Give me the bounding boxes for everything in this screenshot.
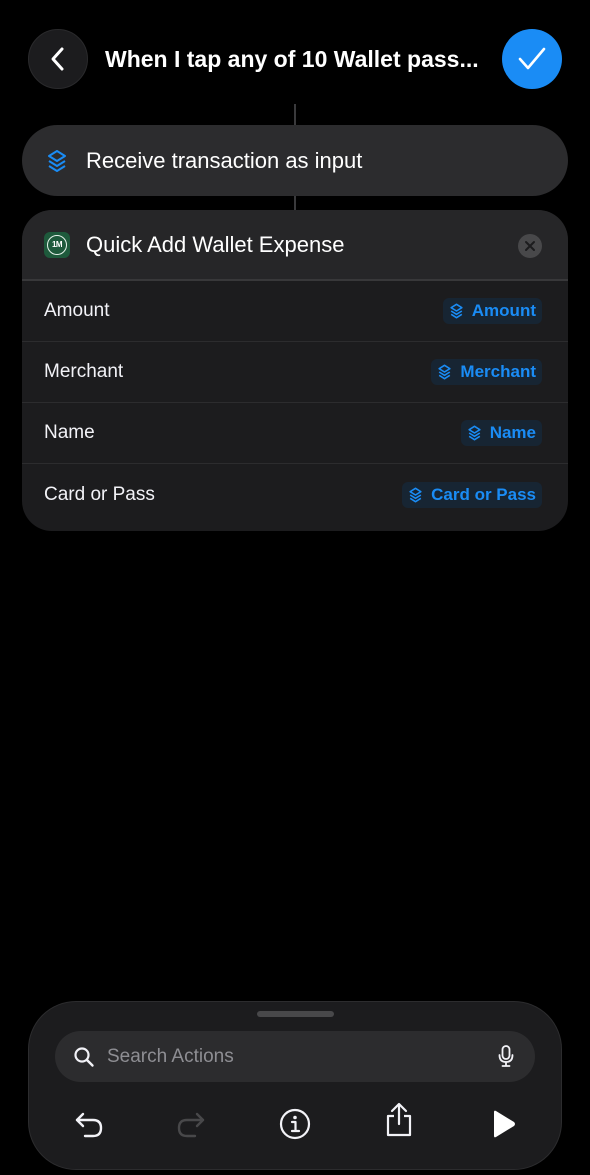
trigger-label: Receive transaction as input — [86, 147, 363, 173]
shortcut-title[interactable]: When I tap any of 10 Wallet pass... — [105, 40, 490, 78]
param-row-merchant[interactable]: Merchant Merchant — [22, 342, 568, 403]
param-label: Merchant — [44, 361, 124, 382]
done-button[interactable] — [502, 29, 562, 89]
search-input[interactable] — [107, 1045, 467, 1068]
action-card: 1M Quick Add Wallet Expense Amount Amoun… — [22, 210, 568, 531]
share-button[interactable] — [377, 1098, 421, 1142]
info-button[interactable] — [273, 1102, 317, 1146]
search-field[interactable] — [55, 1031, 535, 1082]
variable-token-label: Amount — [471, 301, 536, 320]
back-button[interactable] — [28, 29, 88, 89]
action-title: Quick Add Wallet Expense — [86, 231, 345, 257]
action-card-header[interactable]: 1M Quick Add Wallet Expense — [22, 210, 568, 281]
actions-panel — [28, 1001, 562, 1170]
param-label: Name — [44, 422, 95, 443]
undo-icon — [75, 1112, 103, 1138]
variable-token[interactable]: Name — [460, 420, 542, 446]
wallet-stack-icon — [48, 149, 66, 172]
redo-icon — [177, 1112, 205, 1138]
checkmark-icon — [518, 47, 546, 70]
variable-token[interactable]: Merchant — [431, 359, 542, 385]
wallet-stack-icon — [409, 487, 422, 502]
trigger-step[interactable]: Receive transaction as input — [22, 125, 568, 196]
search-icon — [74, 1046, 94, 1067]
info-icon — [279, 1108, 311, 1140]
wallet-stack-icon — [438, 364, 452, 380]
play-icon — [494, 1110, 515, 1138]
close-icon — [525, 241, 535, 251]
variable-token-label: Name — [489, 423, 536, 442]
flow-connector-middle — [294, 196, 296, 210]
variable-token-label: Card or Pass — [431, 484, 536, 504]
share-icon — [386, 1102, 412, 1137]
app-icon-text: 1M — [47, 234, 67, 255]
param-row-name[interactable]: Name Name — [22, 403, 568, 464]
remove-action-button[interactable] — [518, 234, 542, 258]
variable-token[interactable]: Card or Pass — [402, 481, 542, 508]
param-label: Amount — [44, 300, 110, 321]
redo-button[interactable] — [169, 1102, 213, 1146]
run-button[interactable] — [481, 1102, 525, 1146]
undo-button[interactable] — [67, 1102, 111, 1146]
param-row-amount[interactable]: Amount Amount — [22, 281, 568, 342]
flow-connector-top — [294, 104, 296, 125]
wallet-stack-icon — [468, 425, 481, 441]
param-label: Card or Pass — [44, 483, 155, 505]
panel-grabber[interactable] — [257, 1011, 334, 1017]
chevron-left-icon — [51, 47, 64, 71]
variable-token[interactable]: Amount — [442, 298, 542, 324]
wallet-stack-icon — [450, 303, 463, 319]
app-icon: 1M — [44, 231, 70, 258]
shortcut-editor: When I tap any of 10 Wallet pass... Rece… — [0, 0, 590, 1175]
microphone-icon[interactable] — [497, 1044, 515, 1068]
variable-token-label: Merchant — [460, 362, 536, 381]
editor-toolbar — [29, 1102, 561, 1148]
param-row-card-or-pass[interactable]: Card or Pass Card or Pass — [22, 464, 568, 525]
